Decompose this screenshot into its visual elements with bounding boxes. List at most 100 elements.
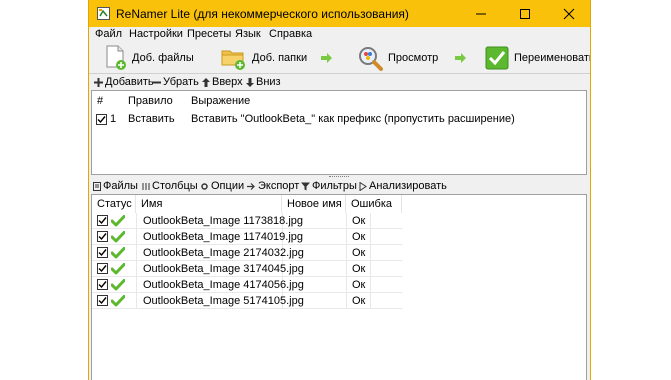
files-menu-button[interactable]: Файлы xyxy=(93,180,138,192)
menu-settings[interactable]: Настройки xyxy=(129,28,183,40)
file-name: OutlookBeta_Image 5174105.jpg xyxy=(143,295,304,307)
add-file-icon xyxy=(106,45,126,70)
rules-header-number[interactable]: # xyxy=(97,95,103,107)
rule-expression: Вставить "OutlookBeta_" как префикс (про… xyxy=(191,113,515,125)
file-error: Ок xyxy=(352,263,366,275)
file-error: Ок xyxy=(352,231,366,243)
move-up-button[interactable]: Вверх xyxy=(202,76,243,88)
file-name: OutlookBeta_Image 3174045.jpg xyxy=(143,263,304,275)
analyze-label: Анализировать xyxy=(369,180,447,192)
analyze-menu-button[interactable]: Анализировать xyxy=(359,180,447,192)
move-down-label: Вниз xyxy=(256,76,281,88)
rename-label: Переименовать xyxy=(514,52,591,64)
magnifier-icon xyxy=(359,47,383,71)
remove-rule-button[interactable]: Убрать xyxy=(152,76,199,88)
minus-icon xyxy=(152,81,161,83)
main-toolbar: Доб. файлы Доб. папки Просмотр Переимено… xyxy=(89,43,590,73)
file-checkbox[interactable] xyxy=(97,263,108,274)
rule-number: 1 xyxy=(110,113,117,125)
analyze-icon xyxy=(359,181,367,191)
checkmark-icon xyxy=(485,46,509,70)
arrow-right-icon xyxy=(321,53,332,63)
file-row[interactable]: OutlookBeta_Image 1173818.jpg Ок xyxy=(92,213,402,229)
status-ok-icon xyxy=(111,215,125,227)
remove-rule-label: Убрать xyxy=(163,76,199,88)
rule-checkbox[interactable] xyxy=(96,114,107,125)
export-label: Экспорт xyxy=(258,180,300,192)
close-icon xyxy=(563,8,575,19)
file-name: OutlookBeta_Image 2174032.jpg xyxy=(143,247,304,259)
file-checkbox[interactable] xyxy=(97,215,108,226)
add-rule-button[interactable]: Добавить xyxy=(94,76,154,88)
menu-file[interactable]: Файл xyxy=(95,28,122,40)
arrow-down-icon xyxy=(246,77,254,87)
file-error: Ок xyxy=(352,279,366,291)
filters-menu-button[interactable]: Фильтры xyxy=(301,180,357,192)
check-icon xyxy=(98,281,107,289)
options-icon xyxy=(201,182,208,190)
rules-header-expression[interactable]: Выражение xyxy=(191,95,250,107)
status-ok-icon xyxy=(111,263,125,275)
status-ok-icon xyxy=(111,295,125,307)
file-row[interactable]: OutlookBeta_Image 1174019.jpg Ок xyxy=(92,229,402,245)
menu-presets[interactable]: Пресеты xyxy=(187,28,231,40)
files-table[interactable]: Статус Имя Новое имя Ошибка OutlookBeta_… xyxy=(91,194,587,380)
file-row[interactable]: OutlookBeta_Image 4174056.jpg Ок xyxy=(92,277,402,293)
files-header-new-name[interactable]: Новое имя xyxy=(282,195,346,213)
rules-header-rule[interactable]: Правило xyxy=(128,95,173,107)
status-ok-icon xyxy=(111,231,125,243)
add-folders-button[interactable]: Доб. папки xyxy=(221,43,307,73)
preview-label: Просмотр xyxy=(388,52,439,64)
maximize-button[interactable] xyxy=(503,0,547,27)
rename-button[interactable]: Переименовать xyxy=(485,43,591,73)
files-icon xyxy=(93,181,101,191)
filters-label: Фильтры xyxy=(312,180,357,192)
export-menu-button[interactable]: Экспорт xyxy=(247,180,299,192)
columns-menu-button[interactable]: Столбцы xyxy=(142,180,198,192)
file-row[interactable]: OutlookBeta_Image 5174105.jpg Ок xyxy=(92,293,402,309)
close-button[interactable] xyxy=(547,0,590,27)
files-header-error[interactable]: Ошибка xyxy=(346,195,402,213)
files-label: Файлы xyxy=(103,180,138,192)
files-header-name[interactable]: Имя xyxy=(136,195,282,213)
file-error: Ок xyxy=(352,215,366,227)
menu-help[interactable]: Справка xyxy=(269,28,312,40)
check-icon xyxy=(97,116,106,124)
file-checkbox[interactable] xyxy=(97,247,108,258)
add-rule-label: Добавить xyxy=(105,76,154,88)
columns-label: Столбцы xyxy=(152,180,198,192)
window-title: ReNamer Lite (для некоммерческого исполь… xyxy=(116,7,409,21)
renamer-window: ReNamer Lite (для некоммерческого исполь… xyxy=(88,0,591,380)
rule-name: Вставить xyxy=(128,113,175,125)
check-icon xyxy=(98,233,107,241)
menu-language[interactable]: Язык xyxy=(235,28,261,40)
file-name: OutlookBeta_Image 4174056.jpg xyxy=(143,279,304,291)
file-row[interactable]: OutlookBeta_Image 2174032.jpg Ок xyxy=(92,245,402,261)
filter-icon xyxy=(301,182,310,190)
rules-toolbar: Добавить Убрать Вверх Вниз xyxy=(89,74,590,90)
preview-button[interactable]: Просмотр xyxy=(357,43,438,73)
add-files-button[interactable]: Доб. файлы xyxy=(105,43,194,73)
file-checkbox[interactable] xyxy=(97,295,108,306)
files-toolbar: Файлы Столбцы Опции Экспорт Фильтры Анал… xyxy=(89,179,590,194)
title-bar[interactable]: ReNamer Lite (для некоммерческого исполь… xyxy=(89,0,590,27)
file-checkbox[interactable] xyxy=(97,279,108,290)
check-icon xyxy=(98,249,107,257)
minimize-button[interactable] xyxy=(459,0,503,27)
file-checkbox[interactable] xyxy=(97,231,108,242)
check-icon xyxy=(98,297,107,305)
add-files-label: Доб. файлы xyxy=(132,52,194,64)
files-header-status[interactable]: Статус xyxy=(92,195,136,213)
check-icon xyxy=(98,217,107,225)
file-error: Ок xyxy=(352,295,366,307)
arrow-right-icon xyxy=(455,53,466,63)
status-ok-icon xyxy=(111,247,125,259)
options-menu-button[interactable]: Опции xyxy=(200,180,244,192)
rules-table[interactable]: # Правило Выражение 1 Вставить Вставить … xyxy=(91,90,587,175)
add-folder-icon xyxy=(221,50,245,70)
minimize-icon xyxy=(476,13,486,14)
file-row[interactable]: OutlookBeta_Image 3174045.jpg Ок xyxy=(92,261,402,277)
check-icon xyxy=(98,265,107,273)
status-ok-icon xyxy=(111,279,125,291)
move-down-button[interactable]: Вниз xyxy=(246,76,281,88)
